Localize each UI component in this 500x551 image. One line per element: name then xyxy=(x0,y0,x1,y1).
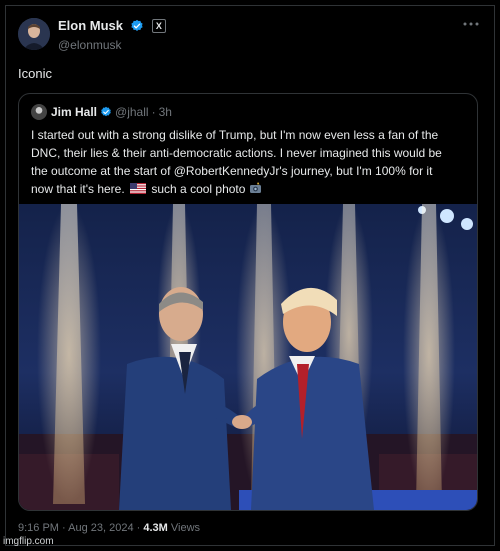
stage-light xyxy=(461,218,473,230)
handshake xyxy=(232,415,252,429)
quote-text-fragment: now that it's here. xyxy=(31,182,125,196)
quote-header: Jim Hall @jhall · 3h xyxy=(31,104,172,120)
views-label: Views xyxy=(167,522,201,534)
quoted-tweet[interactable]: Jim Hall @jhall · 3h I started out with … xyxy=(18,93,478,511)
quote-text: I started out with a strong dislike of T… xyxy=(31,126,469,198)
quote-text-line: now that it's here. such a cool photo xyxy=(31,180,469,198)
stage-light xyxy=(440,209,454,223)
watermark: imgflip.com xyxy=(3,536,54,547)
post-timestamp[interactable]: 9:16 PM · Aug 23, 2024 · xyxy=(18,522,143,534)
quote-text-line: DNC, their lies & their anti-democratic … xyxy=(31,146,442,160)
us-flag-icon xyxy=(130,183,147,194)
post-text: Iconic xyxy=(18,66,52,81)
quote-author-avatar[interactable] xyxy=(31,104,47,120)
camera-flash-icon xyxy=(249,182,261,193)
quote-photo[interactable] xyxy=(19,204,477,510)
quote-text-fragment: such a cool photo xyxy=(151,182,246,196)
more-horizontal-icon xyxy=(463,22,479,26)
views-count: 4.3M xyxy=(143,522,168,534)
post-meta: 9:16 PM · Aug 23, 2024 · 4.3M Views xyxy=(18,522,200,534)
post-author: Elon Musk X @elonmusk xyxy=(58,17,166,52)
verified-badge-icon xyxy=(101,106,111,117)
author-name[interactable]: Elon Musk xyxy=(58,18,123,33)
quote-author-handle[interactable]: @jhall xyxy=(115,105,149,119)
x-affiliate-icon: X xyxy=(151,18,166,33)
author-avatar[interactable] xyxy=(18,18,50,50)
quote-text-line: I started out with a strong dislike of T… xyxy=(31,128,439,142)
more-options-icon[interactable] xyxy=(462,18,480,30)
quote-separator: · xyxy=(151,105,156,119)
quote-time[interactable]: 3h xyxy=(159,105,172,119)
quote-text-line: the outcome at the start of @RobertKenne… xyxy=(31,164,433,178)
quote-author-name[interactable]: Jim Hall xyxy=(51,105,97,119)
avatar-portrait xyxy=(18,18,50,50)
verified-badge-icon xyxy=(131,19,144,31)
author-handle[interactable]: @elonmusk xyxy=(58,38,166,52)
